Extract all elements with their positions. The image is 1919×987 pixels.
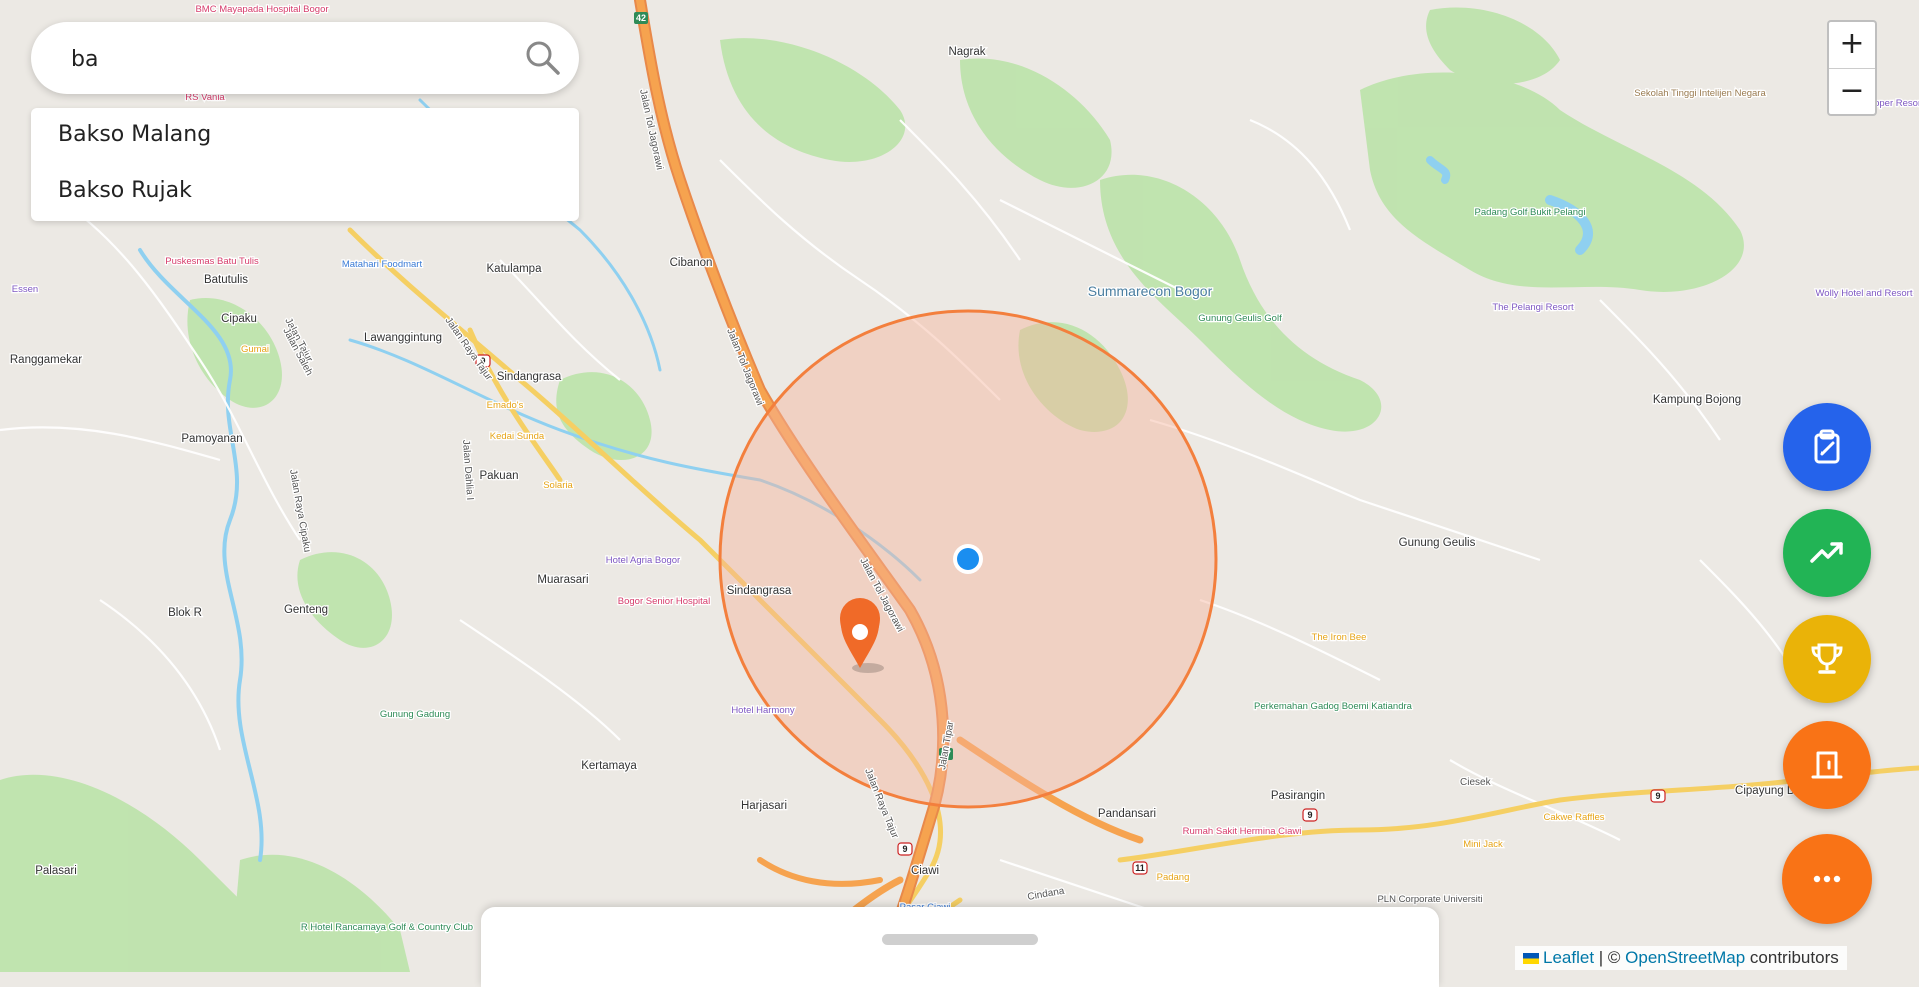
poi-label: Matahari Foodmart [342, 259, 423, 270]
route-shield: 9 [1302, 808, 1318, 822]
place-label: Pakuan [479, 470, 518, 482]
poi-label: PLN Corporate Universiti [1377, 894, 1482, 905]
leaflet-link[interactable]: Leaflet [1543, 948, 1594, 967]
place-label: Genteng [284, 604, 328, 616]
place-label: Cibanon [670, 257, 713, 269]
poi-label: Mini Jack [1463, 839, 1503, 850]
search-icon[interactable] [523, 38, 563, 78]
place-label: Sindangrasa [727, 585, 792, 597]
route-shield: 11 [1132, 861, 1148, 875]
poi-label: Puskesmas Batu Tulis [165, 256, 259, 267]
poi-label: Gumai [241, 344, 269, 355]
route-shield: 9 [1650, 789, 1666, 803]
place-label: Muarasari [537, 574, 588, 586]
place-label: Lawanggintung [364, 332, 442, 344]
poi-label: Padang [1157, 872, 1190, 883]
route-shield: 42 [634, 12, 648, 24]
poi-label: Emado's [487, 400, 524, 411]
place-label: Gunung Geulis [1399, 537, 1476, 549]
svg-text:42: 42 [636, 13, 646, 23]
zoom-out-button[interactable]: − [1829, 69, 1875, 115]
place-label: Pandansari [1098, 808, 1156, 820]
poi-label: R Hotel Rancamaya Golf & Country Club [301, 922, 473, 933]
poi-label: Padang Golf Bukit Pelangi [1475, 207, 1586, 218]
ukraine-flag-icon [1523, 953, 1539, 964]
street-label: Ciesek [1460, 777, 1492, 788]
attribution-suffix: contributors [1745, 948, 1839, 967]
poi-label: Kedai Sunda [490, 431, 545, 442]
place-label: Pamoyanan [181, 433, 242, 445]
poi-label: Gunung Gadung [380, 709, 450, 720]
poi-label: Sekolah Tinggi Intelijen Negara [1634, 88, 1766, 99]
svg-text:9: 9 [1307, 810, 1312, 820]
place-label: Harjasari [741, 800, 787, 812]
user-location-marker [953, 544, 983, 574]
poi-label: Essen [12, 284, 38, 295]
poi-label: Gunung Geulis Golf [1198, 313, 1282, 324]
place-label: Kertamaya [581, 760, 637, 772]
place-label: Ciawi [911, 865, 939, 877]
poi-label: The Iron Bee [1312, 632, 1367, 643]
attribution-separator: | © [1594, 948, 1626, 967]
trend-button[interactable] [1783, 509, 1871, 597]
place-label: Pasirangin [1271, 790, 1325, 802]
sheet-drag-handle[interactable] [882, 934, 1038, 945]
place-label: Katulampa [487, 263, 543, 275]
zoom-in-button[interactable]: + [1829, 22, 1875, 68]
poi-label: Perkemahan Gadog Boemi Katiandra [1254, 701, 1413, 712]
place-label: Kampung Bojong [1653, 394, 1741, 406]
trophy-icon [1811, 643, 1843, 674]
more-dots-icon [1813, 875, 1841, 883]
leaderboard-button[interactable] [1783, 615, 1871, 703]
more-button[interactable] [1782, 834, 1872, 924]
place-label: Cipaku [221, 313, 257, 325]
search-input[interactable] [69, 40, 513, 78]
svg-text:9: 9 [902, 844, 907, 854]
map-attribution: Leaflet | © OpenStreetMap contributors [1515, 946, 1847, 970]
place-label: Nagrak [948, 46, 985, 58]
poi-label: Wolly Hotel and Resort [1816, 288, 1913, 299]
bottom-sheet[interactable] [481, 907, 1439, 987]
poi-label: Solaria [543, 480, 573, 491]
poi-label: Bogor Senior Hospital [618, 596, 710, 607]
exit-button[interactable] [1783, 721, 1871, 809]
search-suggestions: Bakso Malang Bakso Rujak [31, 108, 579, 221]
poi-label: Cakwe Raffles [1543, 812, 1604, 823]
place-label: Palasari [35, 865, 77, 877]
exit-door-icon [1811, 751, 1843, 779]
poi-label: Hotel Harmony [731, 705, 795, 716]
place-label: Summarecon Bogor [1088, 283, 1213, 299]
place-label: Sindangrasa [497, 371, 562, 383]
clipboard-icon [1814, 429, 1840, 464]
place-label: Batutulis [204, 274, 248, 286]
poi-label: The Pelangi Resort [1492, 302, 1574, 313]
search-bar[interactable] [31, 22, 579, 94]
osm-link[interactable]: OpenStreetMap [1625, 948, 1745, 967]
trend-up-icon [1810, 542, 1843, 563]
place-label: Ranggamekar [10, 354, 82, 366]
clipboard-button[interactable] [1783, 403, 1871, 491]
svg-text:9: 9 [1655, 791, 1660, 801]
route-shield: 9 [897, 842, 913, 856]
suggestion-item[interactable]: Bakso Malang [58, 122, 211, 147]
poi-label: Rumah Sakit Hermina Ciawi [1183, 826, 1302, 837]
place-label: Blok R [168, 607, 202, 619]
poi-label: BMC Mayapada Hospital Bogor [195, 4, 328, 15]
poi-label: Hotel Agria Bogor [606, 555, 680, 566]
zoom-control: + − [1827, 20, 1877, 116]
svg-text:11: 11 [1135, 863, 1145, 873]
suggestion-item[interactable]: Bakso Rujak [58, 178, 192, 203]
